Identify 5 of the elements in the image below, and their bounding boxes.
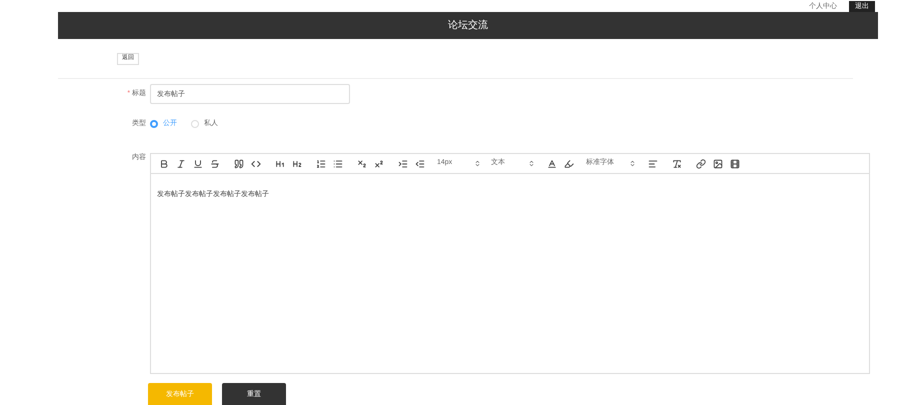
page-title-bar: 论坛交流 [58,12,878,39]
chevron-updown-icon [474,160,481,167]
link-icon[interactable] [694,156,708,170]
chevron-updown-icon [528,160,535,167]
chevron-updown-icon [629,160,636,167]
